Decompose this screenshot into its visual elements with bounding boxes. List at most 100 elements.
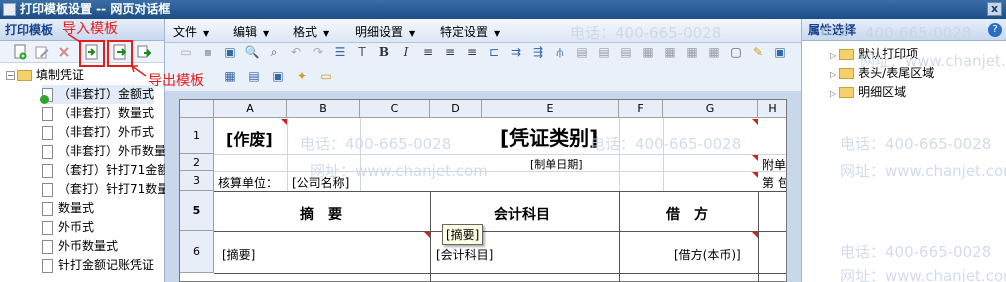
void-field[interactable]: [作废] [226,126,273,150]
align-left-icon[interactable]: ≡ [419,43,437,61]
picture-icon[interactable]: ▣ [269,67,287,85]
merge-cells-icon[interactable]: ⊏ [485,43,503,61]
border6-icon[interactable]: ▦ [683,43,701,61]
align-right-icon[interactable]: ≡ [463,43,481,61]
border2-icon[interactable]: ▤ [595,43,613,61]
text-style-icon[interactable]: ☰ [331,43,349,61]
font-icon[interactable]: T [353,43,371,61]
border-icon[interactable]: ▤ [573,43,591,61]
field-icon[interactable]: ✦ [293,67,311,85]
date-field[interactable]: [制单日期] [530,156,583,172]
document-icon [42,106,53,121]
table-border [214,273,786,274]
expand-arrow-icon[interactable]: ▷ [830,51,836,60]
folder-icon [839,68,855,79]
menu-file[interactable]: 文件 ▼ [173,23,209,40]
row-header[interactable]: 2 [180,154,214,171]
watermark-phone: 电话：400-665-0028 [300,135,452,153]
italic-icon[interactable]: I [397,43,415,61]
column-header[interactable]: B [287,100,360,118]
debit-field[interactable]: [借方(本币)] [674,246,741,263]
column-header[interactable]: D [430,100,482,118]
menu-edit[interactable]: 编辑 ▼ [233,23,269,40]
column-header[interactable]: C [360,100,430,118]
unit-label[interactable]: 核算单位： [218,174,278,191]
grid-icon[interactable]: ▦ [221,67,239,85]
insert-row-icon[interactable]: ⇶ [529,43,547,61]
undo-icon[interactable]: ↶ [287,43,305,61]
help-icon[interactable]: ? [988,23,1002,37]
align-center-icon[interactable]: ≡ [441,43,459,61]
border4-icon[interactable]: ▦ [639,43,657,61]
table-icon[interactable]: ▤ [245,67,263,85]
tree-item[interactable]: 外币式 [42,218,94,237]
row-header[interactable]: 6 [180,231,214,273]
page-icon[interactable]: ▢ [727,43,745,61]
account-field[interactable]: [会计科目] [436,246,493,263]
border7-icon[interactable]: ▦ [705,43,723,61]
row-header[interactable]: 1 [180,118,214,154]
border3-icon[interactable]: ▤ [617,43,635,61]
menu-detail-settings[interactable]: 明细设置 ▼ [355,23,415,40]
attach-field[interactable]: 附单 [762,156,786,173]
tree-item-label: 数量式 [58,201,95,215]
folder-open-icon[interactable]: ▭ [317,67,335,85]
debit-header[interactable]: 借 方 [666,204,708,224]
document-icon [42,258,53,273]
summary-field[interactable]: [摘要] [222,246,255,263]
collapse-icon[interactable]: − [6,71,15,80]
tree-item[interactable]: （套打）针打71金额 [42,161,169,180]
menu-format-label: 格式 [293,25,318,39]
table-border [430,191,431,281]
tree-item[interactable]: （非套打）外币式 [42,123,154,142]
save-icon[interactable]: ▪ [199,43,217,61]
voucher-type-field[interactable]: [凭证类别] [500,122,598,151]
template-sheet[interactable]: A B C D E F G H 1 2 3 5 6 [作废] [凭证类别] [制… [179,99,787,282]
menu-special-settings[interactable]: 特定设置 ▼ [440,23,500,40]
zoom-icon[interactable]: ⌕ [265,43,283,61]
properties-icon[interactable]: ▣ [771,43,789,61]
menu-format[interactable]: 格式 ▼ [293,23,329,40]
border5-icon[interactable]: ▦ [661,43,679,61]
column-header[interactable]: E [482,100,619,118]
tree-item-label: （非套打）金额式 [58,87,155,101]
corner-cell[interactable] [180,100,214,118]
annotation-arrows [67,33,147,77]
row-header[interactable]: 3 [180,171,214,191]
table-border [619,191,620,281]
column-header[interactable]: A [214,100,287,118]
column-header[interactable]: G [663,100,758,118]
tree-item[interactable]: （非套打）数量式 [42,104,154,123]
edit-template-icon[interactable] [34,44,50,60]
account-header[interactable]: 会计科目 [494,204,550,224]
page-field[interactable]: 第 包 [762,174,786,191]
image-icon[interactable]: ▣ [221,43,239,61]
menu-file-label: 文件 [173,25,198,39]
summary-header[interactable]: 摘 要 [300,204,342,224]
property-detail-area[interactable]: ▷ 明细区域 [830,83,906,102]
expand-arrow-icon[interactable]: ▷ [830,89,836,98]
tree-item[interactable]: 数量式 [42,199,94,218]
expand-arrow-icon[interactable]: ▷ [830,70,836,79]
close-button[interactable]: x [987,2,1002,16]
edit-icon[interactable]: ✎ [749,43,767,61]
preview-icon[interactable]: 🔍 [243,43,261,61]
column-header[interactable]: F [619,100,663,118]
table-border [214,231,786,232]
redo-icon[interactable]: ↷ [309,43,327,61]
new-template-icon[interactable] [12,44,28,60]
column-icon[interactable]: ⫛ [551,43,569,61]
column-header[interactable]: H [758,100,786,118]
tree-item[interactable]: 外币数量式 [42,237,118,256]
tree-item-label: （非套打）外币式 [58,125,155,139]
row-header[interactable]: 5 [180,191,214,231]
grid-line [214,154,786,155]
bold-icon[interactable]: B [375,43,393,61]
tree-item[interactable]: 针打金额记账凭证 [42,256,154,275]
tree-item-label: （非套打）外币数量 [58,144,167,158]
tree-item[interactable]: （非套打）外币数量 [42,142,166,161]
new-doc-icon[interactable]: ▭ [177,43,195,61]
document-icon [42,144,53,159]
tree-item[interactable]: （套打）针打71数量 [42,180,169,199]
split-cells-icon[interactable]: ⇉ [507,43,525,61]
